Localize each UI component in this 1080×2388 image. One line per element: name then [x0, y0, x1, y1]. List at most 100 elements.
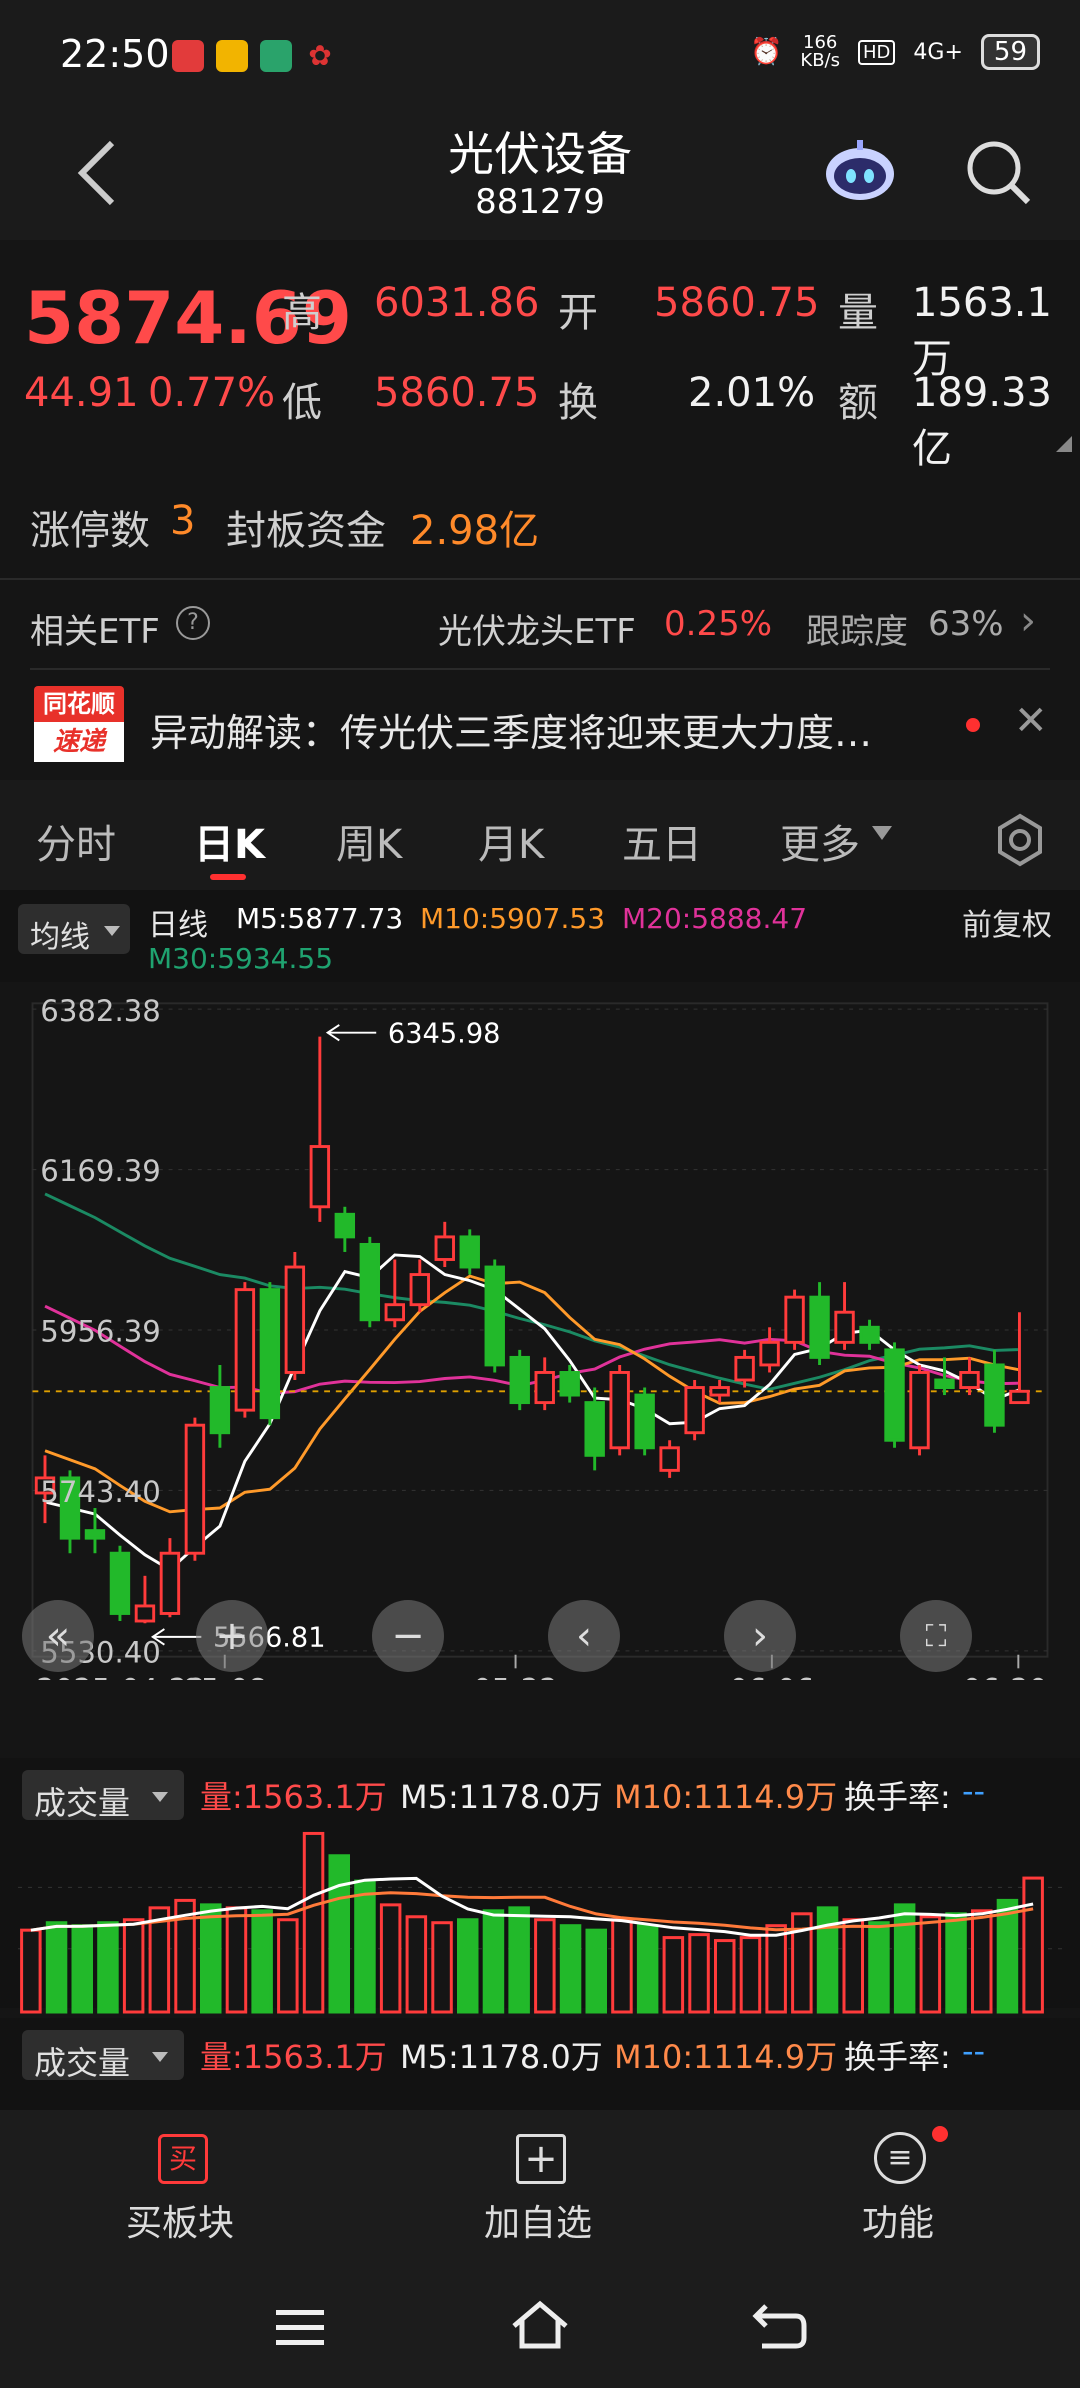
candle-body — [1009, 1389, 1030, 1405]
news-row[interactable]: 同花顺 速递 异动解读：传光伏三季度将迎来更大力度… ✕ — [0, 670, 1080, 778]
candle-body — [409, 1273, 430, 1307]
volume-selector[interactable]: 成交量 — [22, 1770, 184, 1822]
open-value: 5860.75 — [654, 280, 820, 326]
chevron-right-icon: › — [1020, 598, 1036, 644]
candle-body — [334, 1212, 356, 1239]
close-icon[interactable]: ✕ — [1014, 698, 1048, 744]
zoom-out-icon[interactable]: − — [372, 1600, 444, 1672]
buy-sector-button[interactable]: 买板块 — [80, 2194, 280, 2246]
volume-bar — [328, 1854, 351, 2014]
unread-dot — [966, 718, 980, 732]
volume-bar — [996, 1898, 1019, 2014]
status-right: ⏰ 166 KB/s HD 4G+ 59 — [750, 34, 1040, 70]
candle-body — [859, 1325, 880, 1344]
net-speed: 166 KB/s — [800, 32, 841, 71]
amount-label: 额 — [838, 380, 878, 426]
rewind-icon[interactable]: « — [22, 1600, 94, 1672]
hd-icon: HD — [858, 39, 896, 65]
candle-body — [759, 1340, 780, 1367]
volume-bar — [20, 1928, 42, 2014]
expand-corner-icon[interactable] — [1056, 436, 1072, 452]
tab-monthly-k[interactable]: 月K — [478, 812, 544, 870]
candle-body — [109, 1551, 131, 1615]
candle-body — [709, 1386, 730, 1397]
candle-body — [634, 1393, 655, 1450]
amount-value: 189.33亿 — [912, 370, 1052, 472]
volume-bar — [765, 1924, 787, 2014]
volume-bar — [559, 1924, 582, 2014]
x-tick-label: 05-08 — [182, 1672, 267, 1680]
tab-daily-k[interactable]: 日K — [194, 812, 265, 870]
chevron-left-icon[interactable]: ‹ — [548, 1600, 620, 1672]
volume-bar — [354, 1879, 376, 2014]
candle-body — [384, 1303, 406, 1322]
change-value: 44.91 — [24, 370, 139, 416]
volume-bar — [534, 1918, 556, 2014]
help-icon[interactable]: ? — [176, 606, 210, 640]
settings-gear-icon[interactable] — [992, 812, 1048, 868]
seal-value: 2.98亿 — [410, 508, 540, 554]
turnover-value: 2.01% — [688, 370, 816, 416]
stock-code: 881279 — [475, 182, 605, 222]
adjust-mode[interactable]: 前复权 — [962, 900, 1052, 944]
tab-weekly-k[interactable]: 周K — [336, 812, 402, 870]
back-nav-icon[interactable] — [752, 2302, 808, 2350]
turnover-rate-label: 换手率: — [844, 1778, 951, 1816]
volume-bar — [456, 1918, 479, 2014]
volume-bar — [893, 1903, 916, 2014]
chevron-down-icon — [152, 1792, 168, 1802]
max-annotation: 6345.98 — [388, 1018, 501, 1049]
volume-bar — [379, 1903, 402, 2014]
volume-bar — [225, 1906, 248, 2014]
ma-selector[interactable]: 均线 — [18, 904, 130, 955]
tab-intraday[interactable]: 分时 — [36, 812, 116, 870]
function-button[interactable]: 功能 — [798, 2194, 998, 2246]
tracking-value: 63% — [928, 604, 1004, 644]
chevron-down-icon — [104, 926, 120, 936]
volume-m5-2: M5:1178.0万 — [400, 2038, 603, 2076]
open-label: 开 — [558, 290, 598, 336]
seal-label: 封板资金 — [226, 508, 386, 554]
tab-more[interactable]: 更多 — [780, 812, 860, 870]
volume-bar — [739, 1936, 762, 2014]
buy-icon[interactable]: 买 — [158, 2134, 208, 2184]
candle-body — [159, 1551, 181, 1615]
volume-bar — [277, 1918, 299, 2014]
add-watchlist-icon[interactable]: + — [516, 2134, 566, 2184]
fullscreen-icon[interactable]: ⛶ — [900, 1600, 972, 1672]
page-title: 光伏设备 — [448, 127, 632, 181]
turnover-rate-value: -- — [962, 1772, 986, 1810]
chevron-down-icon — [152, 2052, 168, 2062]
candle-body — [659, 1446, 680, 1472]
candle-body — [934, 1378, 955, 1389]
tab-five-day[interactable]: 五日 — [622, 812, 702, 870]
home-icon[interactable] — [510, 2300, 570, 2352]
turnover-rate-value-2: -- — [962, 2032, 986, 2070]
search-icon[interactable] — [964, 138, 1034, 208]
low-label: 低 — [282, 380, 322, 426]
candle-body — [684, 1386, 705, 1435]
chevron-right-icon[interactable]: › — [724, 1600, 796, 1672]
turnover-rate-label-2: 换手率: — [844, 2038, 951, 2076]
candle-body — [884, 1348, 905, 1442]
menu-icon[interactable] — [276, 2308, 324, 2348]
volume-bar — [919, 1915, 942, 2014]
kline-chart[interactable]: 6382.386169.395956.395743.405530.406345.… — [14, 980, 1066, 1680]
zoom-in-icon[interactable]: + — [196, 1600, 268, 1672]
header: 光伏设备 881279 — [0, 118, 1080, 240]
high-value: 6031.86 — [374, 280, 540, 326]
add-watchlist-button[interactable]: 加自选 — [438, 2194, 638, 2246]
candle-body — [959, 1371, 980, 1389]
volume-selector-2[interactable]: 成交量 — [22, 2030, 184, 2082]
volume-value-2: 量:1563.1万 — [200, 2038, 387, 2076]
volume-bar — [122, 1918, 145, 2014]
function-menu-icon[interactable]: ≡ — [874, 2132, 926, 2184]
volume-bar — [405, 1915, 428, 2014]
volume-bar — [945, 1912, 967, 2014]
notification-dot — [932, 2126, 948, 2142]
volume-bar — [688, 1933, 710, 2014]
etf-row[interactable]: 相关ETF ? 光伏龙头ETF 0.25% 跟踪度 63% › — [0, 580, 1080, 670]
ma30-value: M30:5934.55 — [148, 942, 334, 975]
volume-bar — [251, 1909, 273, 2014]
robot-assistant-icon[interactable] — [822, 138, 898, 204]
